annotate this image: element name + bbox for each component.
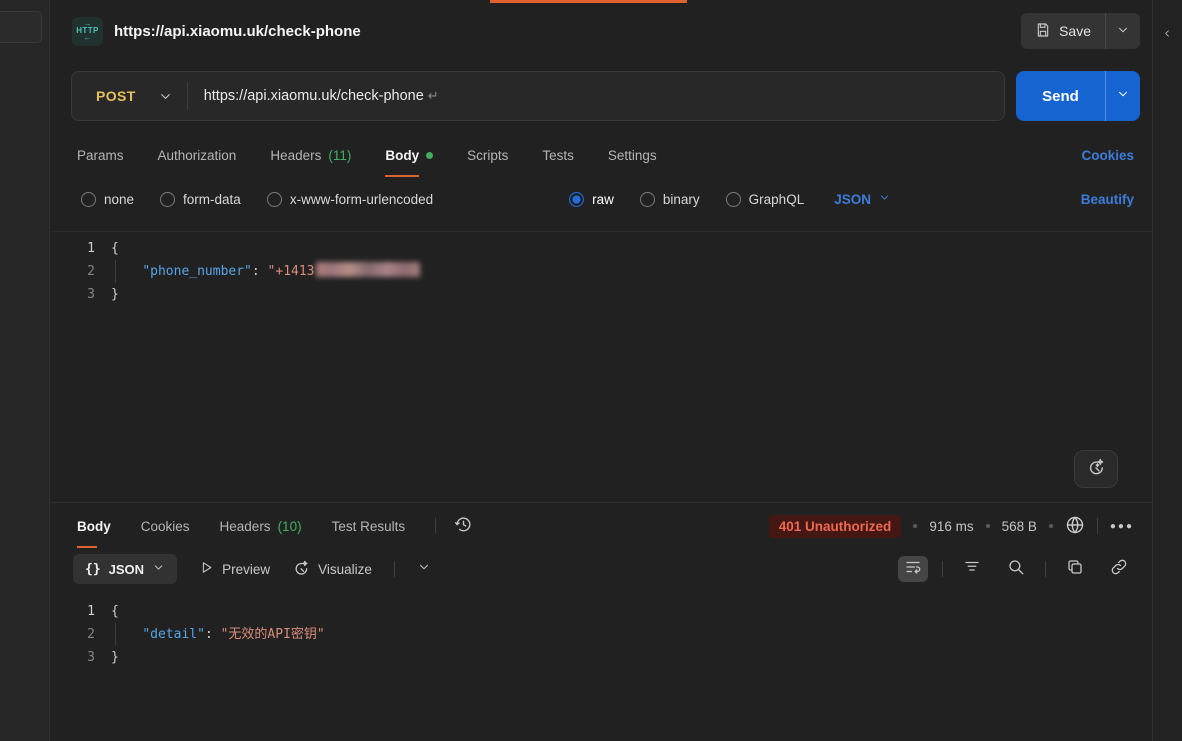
code-line: 3 }	[51, 646, 1152, 669]
line-number: 1	[51, 237, 111, 260]
sidebar-collapsed-item[interactable]	[0, 11, 42, 43]
request-tabs: Params Authorization Headers(11) Body Sc…	[77, 132, 1134, 178]
tab-authorization[interactable]: Authorization	[158, 132, 237, 178]
radio-icon	[726, 192, 741, 207]
mode-none[interactable]: none	[81, 192, 134, 207]
code-line: 2 "phone_number": "+1413	[51, 260, 1152, 283]
tab-params[interactable]: Params	[77, 132, 124, 178]
mode-raw[interactable]: raw	[569, 192, 614, 207]
wrap-text-button[interactable]	[898, 556, 928, 582]
response-tab-test-results[interactable]: Test Results	[332, 503, 406, 549]
line-number: 3	[51, 646, 111, 669]
search-button[interactable]	[1001, 556, 1031, 582]
right-sidebar-rail	[1152, 0, 1182, 741]
network-globe-icon[interactable]	[1065, 515, 1085, 538]
request-tab-header: → HTTP ← https://api.xiaomu.uk/check-pho…	[51, 0, 1152, 62]
request-url-row: POST https://api.xiaomu.uk/check-phone↵ …	[71, 71, 1140, 121]
search-icon	[1007, 558, 1025, 581]
send-button[interactable]: Send	[1016, 88, 1105, 105]
left-sidebar-rail	[0, 0, 50, 741]
code-line: 1 {	[51, 237, 1152, 260]
code-line: 3 }	[51, 283, 1152, 306]
preview-button[interactable]: Preview	[199, 560, 270, 578]
tab-scripts[interactable]: Scripts	[467, 132, 508, 178]
beautify-link[interactable]: Beautify	[1081, 192, 1134, 207]
line-number: 2	[51, 623, 111, 646]
redacted-phone-blur	[316, 262, 420, 277]
filter-icon	[963, 558, 981, 581]
response-format-dropdown[interactable]: {} JSON	[73, 554, 177, 584]
arrow-left-icon: ←	[84, 35, 92, 41]
chevron-down-icon	[878, 191, 891, 207]
mode-x-www-form-urlencoded[interactable]: x-www-form-urlencoded	[267, 192, 433, 207]
tab-headers[interactable]: Headers(11)	[270, 132, 351, 178]
postbot-sparkle-icon	[1086, 457, 1106, 481]
save-options-button[interactable]	[1106, 23, 1140, 40]
more-options-button[interactable]: ●●●	[1110, 521, 1134, 532]
copy-button[interactable]	[1060, 556, 1090, 582]
modified-dot	[426, 152, 433, 159]
collapse-panel-chevron-icon[interactable]	[1162, 26, 1173, 44]
line-number: 3	[51, 283, 111, 306]
save-icon	[1035, 22, 1051, 41]
language-dropdown[interactable]: JSON	[834, 191, 891, 207]
cookies-link[interactable]: Cookies	[1081, 148, 1134, 163]
response-tab-headers[interactable]: Headers(10)	[220, 503, 302, 549]
tab-tests[interactable]: Tests	[542, 132, 574, 178]
line-number: 1	[51, 600, 111, 623]
send-options-button[interactable]	[1106, 87, 1140, 106]
radio-icon	[640, 192, 655, 207]
response-body-editor[interactable]: 1 { 2 "detail": "无效的API密钥" 3 }	[51, 595, 1152, 741]
url-input-container: POST https://api.xiaomu.uk/check-phone↵	[71, 71, 1005, 121]
http-method-icon: → HTTP ←	[72, 17, 103, 46]
postbot-button[interactable]	[1074, 450, 1118, 488]
app-window: → HTTP ← https://api.xiaomu.uk/check-pho…	[0, 0, 1182, 741]
copy-icon	[1066, 558, 1084, 581]
main-panel: → HTTP ← https://api.xiaomu.uk/check-pho…	[51, 0, 1152, 741]
mode-graphql[interactable]: GraphQL	[726, 192, 805, 207]
radio-icon	[81, 192, 96, 207]
mode-binary[interactable]: binary	[640, 192, 700, 207]
code-line: 1 {	[51, 600, 1152, 623]
request-tab-title[interactable]: https://api.xiaomu.uk/check-phone	[114, 23, 361, 40]
radio-icon	[160, 192, 175, 207]
link-button[interactable]	[1104, 556, 1134, 582]
response-tab-cookies[interactable]: Cookies	[141, 503, 190, 549]
chevron-down-icon[interactable]	[158, 89, 173, 104]
chevron-down-icon	[1116, 23, 1130, 40]
chevron-down-icon[interactable]	[417, 560, 431, 579]
chevron-down-icon	[152, 561, 165, 578]
status-badge: 401 Unauthorized	[769, 515, 902, 538]
visualize-button[interactable]: Visualize	[292, 559, 372, 580]
send-button-group: Send	[1016, 71, 1140, 121]
request-body-editor[interactable]: 1 { 2 "phone_number": "+1413 3 }	[51, 231, 1152, 503]
mode-form-data[interactable]: form-data	[160, 192, 241, 207]
line-number: 2	[51, 260, 111, 283]
method-selector[interactable]: POST	[72, 88, 158, 104]
tab-body[interactable]: Body	[385, 132, 433, 178]
response-tabs: Body Cookies Headers(10) Test Results 40…	[77, 504, 1134, 548]
radio-selected-icon	[569, 192, 584, 207]
link-icon	[1110, 558, 1128, 581]
visualize-sparkle-icon	[292, 559, 310, 580]
wrap-text-icon	[904, 558, 922, 581]
radio-icon	[267, 192, 282, 207]
filter-button[interactable]	[957, 556, 987, 582]
chevron-down-icon	[1116, 87, 1130, 106]
url-input[interactable]: https://api.xiaomu.uk/check-phone↵	[204, 88, 439, 104]
play-icon	[199, 560, 214, 578]
response-history-icon[interactable]	[454, 515, 473, 537]
enter-hint: ↵	[428, 88, 439, 103]
save-button-group: Save	[1021, 13, 1140, 49]
braces-icon: {}	[85, 562, 101, 577]
tab-settings[interactable]: Settings	[608, 132, 657, 178]
response-tab-body[interactable]: Body	[77, 503, 111, 549]
save-button[interactable]: Save	[1021, 22, 1105, 41]
response-toolbar: {} JSON Preview Visualize	[73, 550, 1134, 588]
response-size: 568 B	[1002, 519, 1037, 534]
body-mode-row: none form-data x-www-form-urlencoded raw…	[81, 183, 1134, 215]
code-line: 2 "detail": "无效的API密钥"	[51, 623, 1152, 646]
response-time: 916 ms	[929, 519, 973, 534]
